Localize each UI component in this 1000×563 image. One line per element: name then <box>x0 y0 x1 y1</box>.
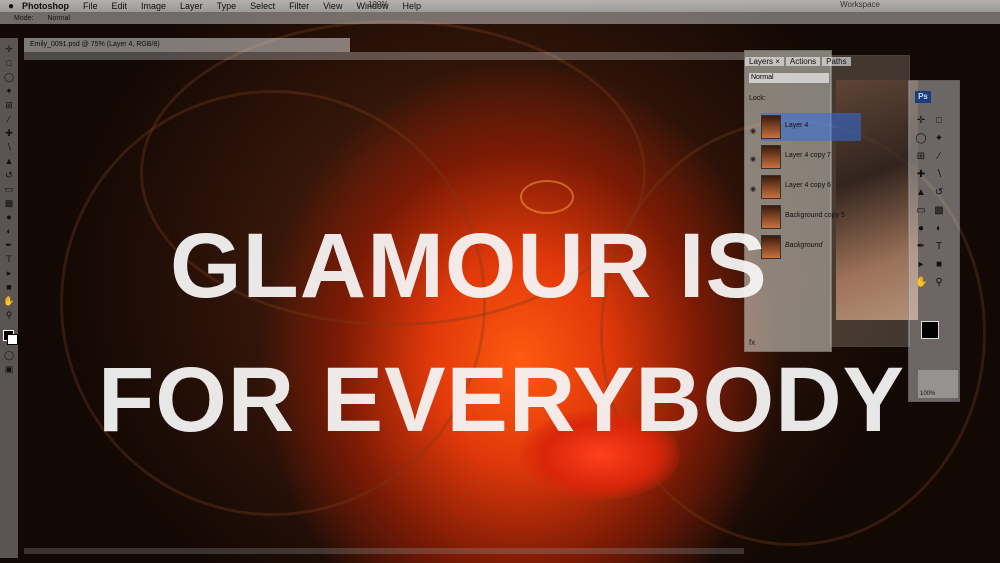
mode-label: Mode: <box>14 14 34 22</box>
move-tool-icon[interactable]: ✛ <box>3 44 15 54</box>
document-tab[interactable]: Emily_0091.psd @ 75% (Layer 4, RGB/8) <box>24 38 350 52</box>
brush-tool-icon[interactable]: ∖ <box>933 169 945 181</box>
type-tool-icon[interactable]: T <box>3 254 15 264</box>
blur-tool-icon[interactable]: ● <box>3 212 15 222</box>
shape-tool-icon[interactable]: ■ <box>3 282 15 292</box>
quick-mask-icon[interactable]: ◯ <box>3 350 15 360</box>
menu-image[interactable]: Image <box>141 1 166 11</box>
tab-layers[interactable]: Layers × <box>745 57 784 66</box>
healing-brush-icon[interactable]: ✚ <box>3 128 15 138</box>
marquee-tool-icon[interactable]: □ <box>933 115 945 127</box>
navigator-zoom: 100% <box>920 391 936 397</box>
eyedropper-icon[interactable]: ⁄ <box>3 114 15 124</box>
mode-select[interactable]: Normal <box>47 15 70 22</box>
path-selection-icon[interactable]: ▸ <box>3 268 15 278</box>
lasso-tool-icon[interactable]: ◯ <box>915 133 927 145</box>
clone-stamp-icon[interactable]: ▲ <box>3 156 15 166</box>
screen: ● Photoshop File Edit Image Layer Type S… <box>0 0 1000 563</box>
menu-type[interactable]: Type <box>217 1 237 11</box>
crop-tool-icon[interactable]: ⊞ <box>915 151 927 163</box>
healing-brush-icon[interactable]: ✚ <box>915 169 927 181</box>
status-bar <box>24 548 744 554</box>
layer-row[interactable]: Layer 4 copy 6 <box>761 173 861 201</box>
eraser-tool-icon[interactable]: ▭ <box>3 184 15 194</box>
tab-actions[interactable]: Actions <box>785 57 821 66</box>
navigator-thumbnail[interactable]: 100% <box>918 370 958 398</box>
magic-wand-icon[interactable]: ✦ <box>3 86 15 96</box>
eye-icon[interactable]: ◉ <box>750 185 756 193</box>
workspace-menu[interactable]: Workspace <box>840 0 880 9</box>
menu-edit[interactable]: Edit <box>112 1 128 11</box>
menu-help[interactable]: Help <box>402 1 421 11</box>
options-bar: Mode: Normal <box>0 12 1000 24</box>
layer-thumbnail <box>761 145 781 169</box>
crop-tool-icon[interactable]: ⊞ <box>3 100 15 110</box>
layers-panel-tabs: Layers × Actions Paths <box>745 57 905 69</box>
pen-tool-icon[interactable]: ✒ <box>3 240 15 250</box>
menu-view[interactable]: View <box>323 1 342 11</box>
gradient-tool-icon[interactable]: ▩ <box>3 198 15 208</box>
app-name[interactable]: Photoshop <box>22 1 69 11</box>
move-tool-icon[interactable]: ✛ <box>915 115 927 127</box>
photoshop-logo: Ps <box>915 91 931 103</box>
blend-mode-select[interactable]: Normal <box>749 73 829 83</box>
history-brush-icon[interactable]: ↺ <box>3 170 15 180</box>
menu-layer[interactable]: Layer <box>180 1 203 11</box>
gradient-tool-icon[interactable]: ▩ <box>933 205 945 217</box>
lock-label: Lock: <box>749 95 766 102</box>
ruler <box>24 52 744 60</box>
path-selection-icon[interactable]: ▸ <box>915 259 927 271</box>
layer-row[interactable]: Background copy 5 <box>761 203 861 231</box>
tab-paths[interactable]: Paths <box>822 57 851 66</box>
layer-name: Background copy 5 <box>785 212 845 219</box>
layer-row[interactable]: Background <box>761 233 861 261</box>
tools-palette: Ps ✛ □ ◯ ✦ ⊞ ⁄ ✚ ∖ ▲ ↺ ▭ ▩ ● ◐ ✒ T ▸ ■ ✋… <box>908 80 960 402</box>
pen-tool-icon[interactable]: ✒ <box>915 241 927 253</box>
zoom-tool-icon[interactable]: ⚲ <box>933 277 945 289</box>
apple-icon[interactable]: ● <box>0 1 22 12</box>
layer-row[interactable]: Layer 4 <box>761 113 861 141</box>
headline-line-1: GLAMOUR IS <box>170 215 768 317</box>
layer-name: Background <box>785 242 823 249</box>
menu-file[interactable]: File <box>83 1 98 11</box>
type-tool-icon[interactable]: T <box>933 241 945 253</box>
dodge-tool-icon[interactable]: ◐ <box>3 226 15 236</box>
dodge-tool-icon[interactable]: ◐ <box>933 223 945 235</box>
headline-line-2: FOR EVERYBODY <box>98 349 906 451</box>
eraser-tool-icon[interactable]: ▭ <box>915 205 927 217</box>
layer-thumbnail <box>761 115 781 139</box>
menu-bar: ● Photoshop File Edit Image Layer Type S… <box>0 0 1000 12</box>
foreground-color-swatch[interactable] <box>921 321 939 339</box>
zoom-level[interactable]: 100% <box>368 0 388 9</box>
menu-select[interactable]: Select <box>250 1 275 11</box>
layer-name: Layer 4 <box>785 122 809 129</box>
hand-tool-icon[interactable]: ✋ <box>3 296 15 306</box>
shape-tool-icon[interactable]: ■ <box>933 259 945 271</box>
lasso-tool-icon[interactable]: ◯ <box>3 72 15 82</box>
eye-icon[interactable]: ◉ <box>750 155 756 163</box>
menu-filter[interactable]: Filter <box>289 1 309 11</box>
marquee-tool-icon[interactable]: □ <box>3 58 15 68</box>
zoom-tool-icon[interactable]: ⚲ <box>3 310 15 320</box>
background-color-swatch[interactable] <box>7 334 18 345</box>
eyedropper-icon[interactable]: ⁄ <box>933 151 945 163</box>
toolbox: ✛ □ ◯ ✦ ⊞ ⁄ ✚ ∖ ▲ ↺ ▭ ▩ ● ◐ ✒ T ▸ ■ ✋ ⚲ … <box>0 38 18 558</box>
hand-tool-icon[interactable]: ✋ <box>915 277 927 289</box>
screen-mode-icon[interactable]: ▣ <box>3 364 15 374</box>
clone-stamp-icon[interactable]: ▲ <box>915 187 927 199</box>
layer-name: Layer 4 copy 7 <box>785 152 831 159</box>
eye-icon[interactable]: ◉ <box>750 127 756 135</box>
history-brush-icon[interactable]: ↺ <box>933 187 945 199</box>
layer-name: Layer 4 copy 6 <box>785 182 831 189</box>
layer-row[interactable]: Layer 4 copy 7 <box>761 143 861 171</box>
brush-tool-icon[interactable]: ∖ <box>3 142 15 152</box>
magic-wand-icon[interactable]: ✦ <box>933 133 945 145</box>
blur-tool-icon[interactable]: ● <box>915 223 927 235</box>
